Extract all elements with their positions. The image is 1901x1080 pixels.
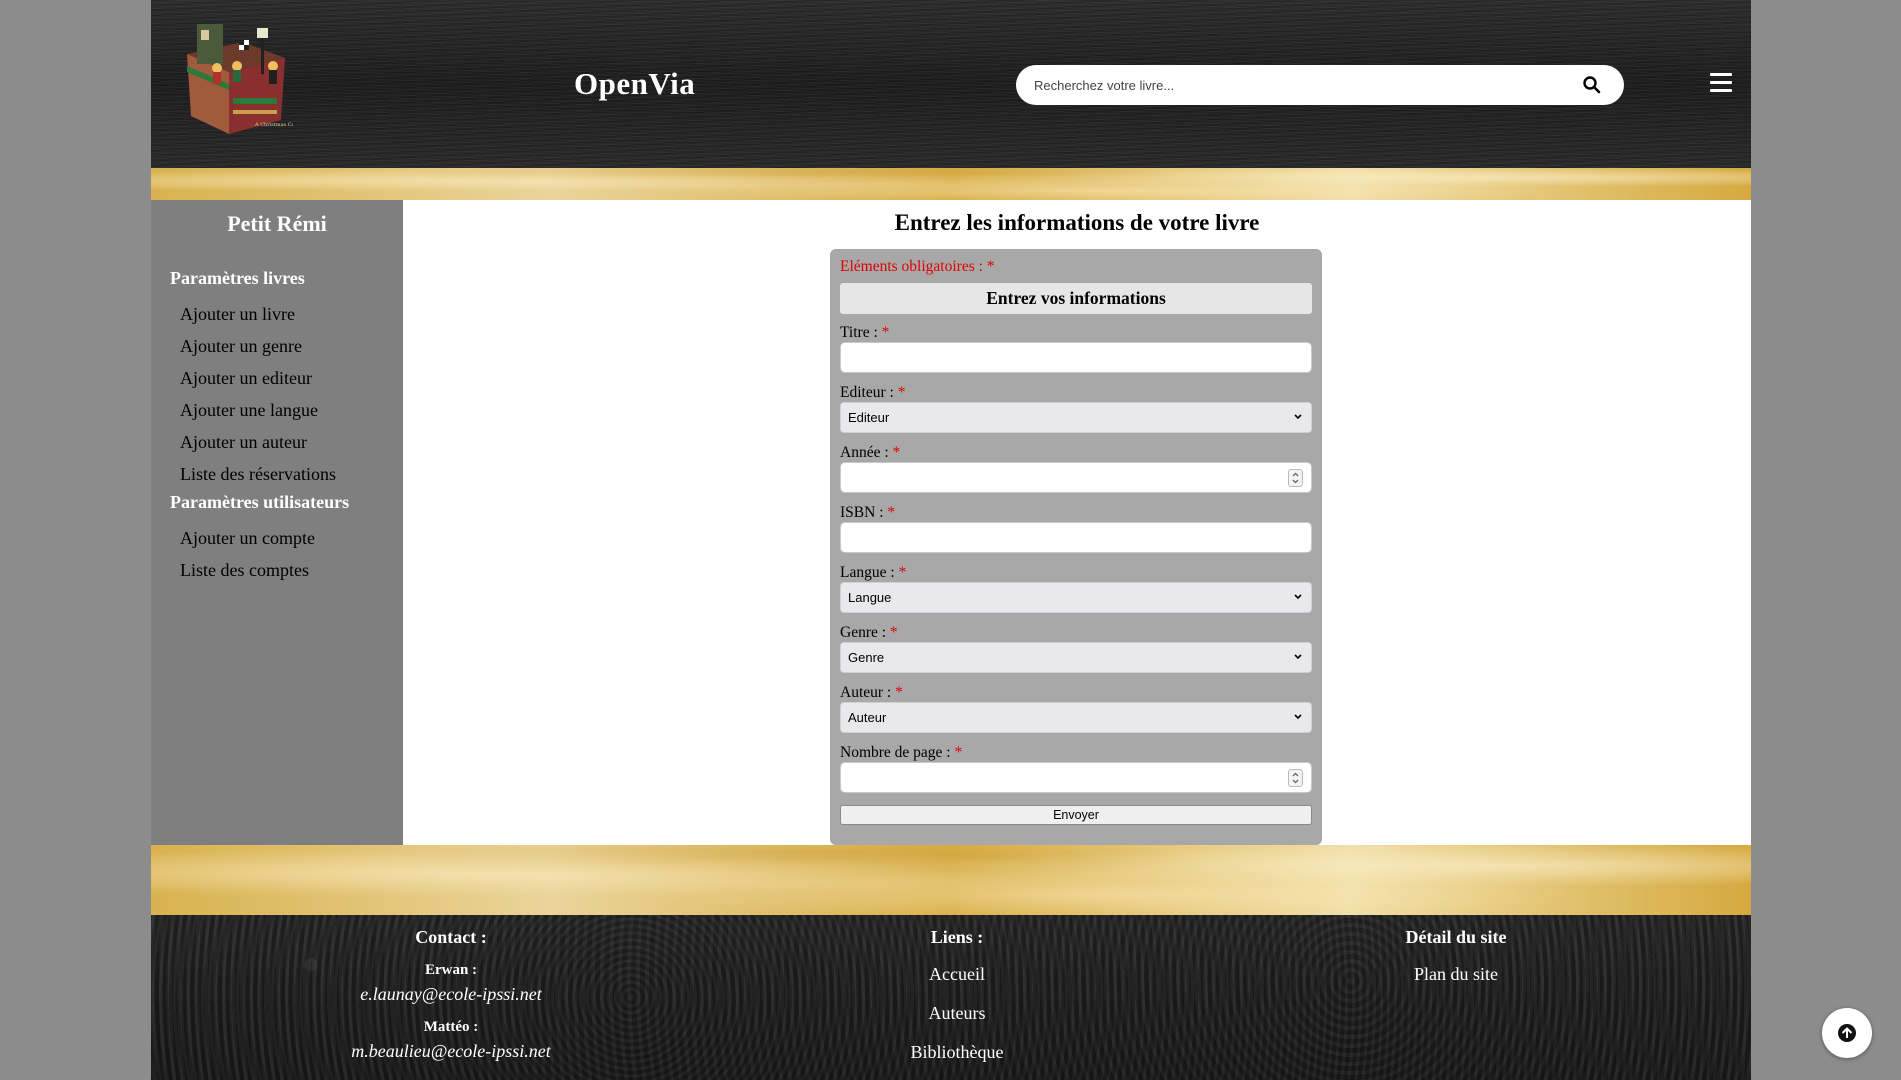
site-header: A Christmas Carol OpenVia [151,0,1751,168]
sidebar-item-add-genre[interactable]: Ajouter un genre [180,336,302,357]
search-bar [1016,65,1624,105]
site-footer: Contact : Erwan : e.launay@ecole-ipssi.n… [151,915,1751,1080]
gold-band-top [151,168,1751,200]
gold-band-bottom [151,845,1751,915]
search-input[interactable] [1034,65,1554,105]
genre-label: Genre : * [840,624,898,641]
page: A Christmas Carol OpenVia Petit Rémi Par… [151,0,1751,1080]
submit-button[interactable]: Envoyer [840,805,1312,825]
editor-select-value: Editeur [848,410,890,425]
sidebar-username: Petit Rémi [227,211,327,236]
page-title: Entrez les informations de votre livre [894,210,1260,235]
sidebar-section-books: Paramètres livres [170,268,305,288]
pages-field[interactable] [840,762,1312,793]
sidebar-item-add-editor[interactable]: Ajouter un editeur [180,368,312,389]
chevron-down-icon [1294,594,1302,600]
year-stepper[interactable] [1288,469,1303,487]
year-label: Année : * [840,444,901,461]
svg-text:A Christmas Carol: A Christmas Carol [254,122,293,128]
editor-select[interactable]: Editeur [840,402,1312,433]
form-heading: Entrez vos informations [840,283,1312,314]
footer-links-title: Liens : [930,927,984,947]
sidebar-item-accounts[interactable]: Liste des comptes [180,560,309,581]
sidebar-section-users: Paramètres utilisateurs [170,492,350,512]
contact-email[interactable]: m.beaulieu@ecole-ipssi.net [301,1041,601,1062]
sidebar-item-add-author[interactable]: Ajouter un auteur [180,432,307,453]
footer-links: Liens : Accueil Auteurs Bibliothèque [857,915,1057,1063]
author-select[interactable]: Auteur [840,702,1312,733]
scroll-top-button[interactable] [1822,1008,1872,1058]
footer-contact: Contact : Erwan : e.launay@ecole-ipssi.n… [301,915,601,1062]
footer-link-sitemap[interactable]: Plan du site [1356,964,1556,985]
arrow-up-icon [1838,1024,1856,1042]
genre-select-value: Genre [848,650,885,665]
isbn-label: ISBN : * [840,504,896,521]
required-note: Eléments obligatoires : * [840,258,995,275]
footer-link-home[interactable]: Accueil [857,964,1057,985]
brand-title[interactable]: OpenVia [574,66,695,102]
contact-name: Mattéo : [423,1019,479,1035]
site-logo[interactable]: A Christmas Carol [173,14,302,150]
search-icon[interactable] [1582,75,1602,95]
title-field[interactable] [840,342,1312,373]
genre-select[interactable]: Genre [840,642,1312,673]
isbn-field[interactable] [840,522,1312,553]
footer-contact-title: Contact : [415,927,487,947]
author-select-value: Auteur [848,710,887,725]
author-label: Auteur : * [840,684,903,701]
sidebar-item-add-language[interactable]: Ajouter une langue [180,400,318,421]
footer-detail: Détail du site Plan du site [1356,915,1556,985]
title-label: Titre : * [840,324,890,341]
sidebar-item-reservations[interactable]: Liste des réservations [180,464,336,485]
language-label: Langue : * [840,564,907,581]
contact-email[interactable]: e.launay@ecole-ipssi.net [301,984,601,1005]
sidebar-item-add-account[interactable]: Ajouter un compte [180,528,315,549]
editor-label: Editeur : * [840,384,906,401]
footer-detail-title: Détail du site [1405,927,1507,947]
chevron-down-icon [1294,414,1302,420]
menu-icon[interactable] [1710,73,1732,93]
chevron-down-icon [1294,654,1302,660]
footer-link-authors[interactable]: Auteurs [857,1003,1057,1024]
footer-link-library[interactable]: Bibliothèque [857,1042,1057,1063]
pages-stepper[interactable] [1288,769,1303,787]
contact-name: Erwan : [424,962,478,978]
sidebar-item-add-book[interactable]: Ajouter un livre [180,304,295,325]
pages-label: Nombre de page : * [840,744,963,761]
year-field[interactable] [840,462,1312,493]
chevron-down-icon [1294,714,1302,720]
language-select-value: Langue [848,590,892,605]
language-select[interactable]: Langue [840,582,1312,613]
book-form: Eléments obligatoires : * Entrez vos inf… [830,249,1322,845]
admin-sidebar: Petit Rémi Paramètres livres Ajouter un … [151,200,403,845]
